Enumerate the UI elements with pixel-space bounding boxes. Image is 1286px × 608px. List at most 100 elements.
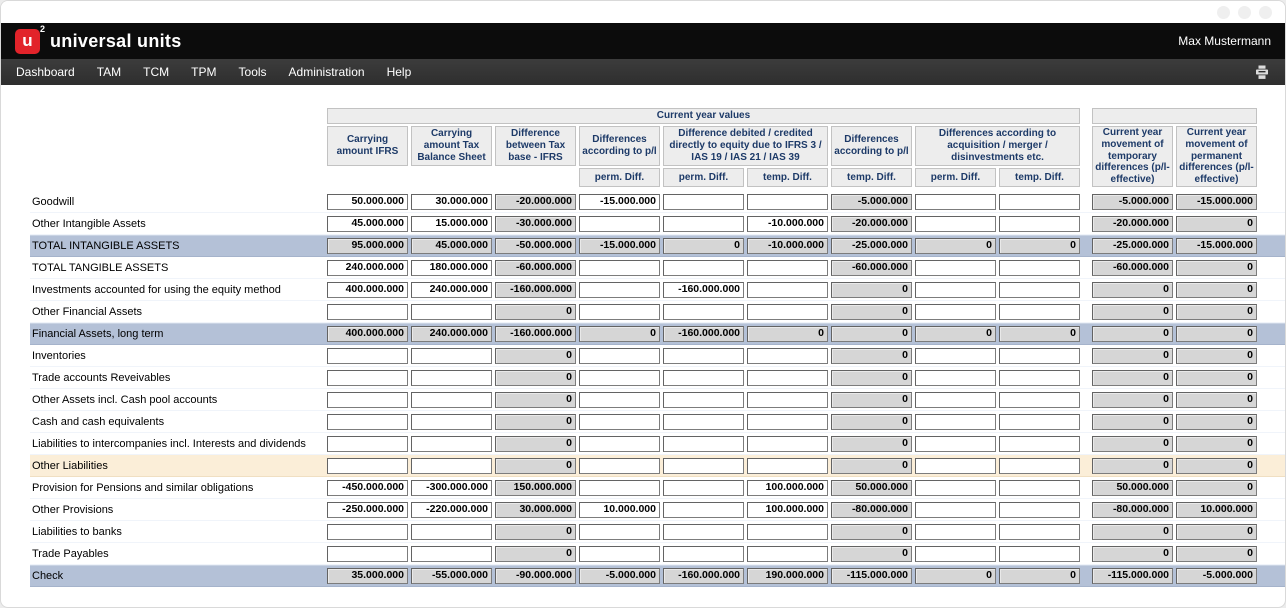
- input-cell[interactable]: [999, 546, 1080, 562]
- input-cell[interactable]: [579, 348, 660, 364]
- input-cell[interactable]: -220.000.000: [411, 502, 492, 518]
- input-cell[interactable]: [747, 546, 828, 562]
- input-cell[interactable]: [579, 260, 660, 276]
- input-cell[interactable]: [999, 348, 1080, 364]
- input-cell[interactable]: [915, 194, 996, 210]
- input-cell[interactable]: [915, 458, 996, 474]
- nav-item[interactable]: Help: [376, 65, 423, 79]
- input-cell[interactable]: [999, 392, 1080, 408]
- input-cell[interactable]: [915, 348, 996, 364]
- input-cell[interactable]: [747, 304, 828, 320]
- input-cell[interactable]: [915, 370, 996, 386]
- input-cell[interactable]: [999, 260, 1080, 276]
- input-cell[interactable]: [747, 348, 828, 364]
- input-cell[interactable]: [747, 194, 828, 210]
- input-cell[interactable]: [579, 436, 660, 452]
- input-cell[interactable]: [999, 370, 1080, 386]
- input-cell[interactable]: [915, 216, 996, 232]
- print-button[interactable]: [1249, 63, 1275, 82]
- input-cell[interactable]: [915, 260, 996, 276]
- input-cell[interactable]: [663, 502, 744, 518]
- input-cell[interactable]: [915, 304, 996, 320]
- input-cell[interactable]: 240.000.000: [411, 282, 492, 298]
- nav-item[interactable]: TAM: [86, 65, 132, 79]
- input-cell[interactable]: [663, 392, 744, 408]
- input-cell[interactable]: 45.000.000: [327, 216, 408, 232]
- input-cell[interactable]: [579, 546, 660, 562]
- input-cell[interactable]: [747, 370, 828, 386]
- input-cell[interactable]: -250.000.000: [327, 502, 408, 518]
- input-cell[interactable]: [747, 282, 828, 298]
- input-cell[interactable]: [327, 392, 408, 408]
- input-cell[interactable]: 240.000.000: [327, 260, 408, 276]
- input-cell[interactable]: [327, 436, 408, 452]
- input-cell[interactable]: [327, 546, 408, 562]
- input-cell[interactable]: [663, 436, 744, 452]
- input-cell[interactable]: [579, 480, 660, 496]
- input-cell[interactable]: [411, 524, 492, 540]
- input-cell[interactable]: [579, 458, 660, 474]
- input-cell[interactable]: 400.000.000: [327, 282, 408, 298]
- input-cell[interactable]: [999, 458, 1080, 474]
- input-cell[interactable]: [663, 348, 744, 364]
- input-cell[interactable]: -450.000.000: [327, 480, 408, 496]
- input-cell[interactable]: [747, 436, 828, 452]
- input-cell[interactable]: [411, 370, 492, 386]
- input-cell[interactable]: [999, 282, 1080, 298]
- input-cell[interactable]: 100.000.000: [747, 480, 828, 496]
- input-cell[interactable]: -300.000.000: [411, 480, 492, 496]
- input-cell[interactable]: [663, 414, 744, 430]
- input-cell[interactable]: -160.000.000: [663, 282, 744, 298]
- input-cell[interactable]: [411, 392, 492, 408]
- input-cell[interactable]: [663, 458, 744, 474]
- input-cell[interactable]: [579, 282, 660, 298]
- input-cell[interactable]: [915, 414, 996, 430]
- window-control-dot[interactable]: [1238, 6, 1251, 19]
- input-cell[interactable]: [327, 348, 408, 364]
- input-cell[interactable]: [579, 304, 660, 320]
- input-cell[interactable]: [411, 348, 492, 364]
- input-cell[interactable]: [915, 502, 996, 518]
- input-cell[interactable]: [663, 480, 744, 496]
- input-cell[interactable]: [663, 370, 744, 386]
- nav-item[interactable]: TPM: [180, 65, 227, 79]
- input-cell[interactable]: [747, 392, 828, 408]
- input-cell[interactable]: 50.000.000: [327, 194, 408, 210]
- input-cell[interactable]: [663, 304, 744, 320]
- input-cell[interactable]: [327, 524, 408, 540]
- input-cell[interactable]: [999, 524, 1080, 540]
- input-cell[interactable]: [663, 216, 744, 232]
- input-cell[interactable]: 30.000.000: [411, 194, 492, 210]
- input-cell[interactable]: [999, 502, 1080, 518]
- input-cell[interactable]: [747, 524, 828, 540]
- input-cell[interactable]: [663, 524, 744, 540]
- window-control-dot[interactable]: [1259, 6, 1272, 19]
- input-cell[interactable]: 180.000.000: [411, 260, 492, 276]
- input-cell[interactable]: [327, 414, 408, 430]
- input-cell[interactable]: [411, 414, 492, 430]
- input-cell[interactable]: [411, 546, 492, 562]
- input-cell[interactable]: [747, 458, 828, 474]
- input-cell[interactable]: [411, 304, 492, 320]
- input-cell[interactable]: [915, 282, 996, 298]
- nav-item[interactable]: TCM: [132, 65, 180, 79]
- input-cell[interactable]: [999, 436, 1080, 452]
- input-cell[interactable]: [411, 458, 492, 474]
- nav-item[interactable]: Dashboard: [5, 65, 86, 79]
- input-cell[interactable]: [999, 216, 1080, 232]
- nav-item[interactable]: Tools: [228, 65, 278, 79]
- input-cell[interactable]: [999, 480, 1080, 496]
- input-cell[interactable]: [915, 480, 996, 496]
- input-cell[interactable]: 100.000.000: [747, 502, 828, 518]
- window-control-dot[interactable]: [1217, 6, 1230, 19]
- input-cell[interactable]: [327, 370, 408, 386]
- input-cell[interactable]: [579, 370, 660, 386]
- input-cell[interactable]: [327, 304, 408, 320]
- input-cell[interactable]: [411, 436, 492, 452]
- input-cell[interactable]: 15.000.000: [411, 216, 492, 232]
- input-cell[interactable]: [327, 458, 408, 474]
- input-cell[interactable]: -15.000.000: [579, 194, 660, 210]
- input-cell[interactable]: [579, 392, 660, 408]
- input-cell[interactable]: [663, 546, 744, 562]
- input-cell[interactable]: [999, 414, 1080, 430]
